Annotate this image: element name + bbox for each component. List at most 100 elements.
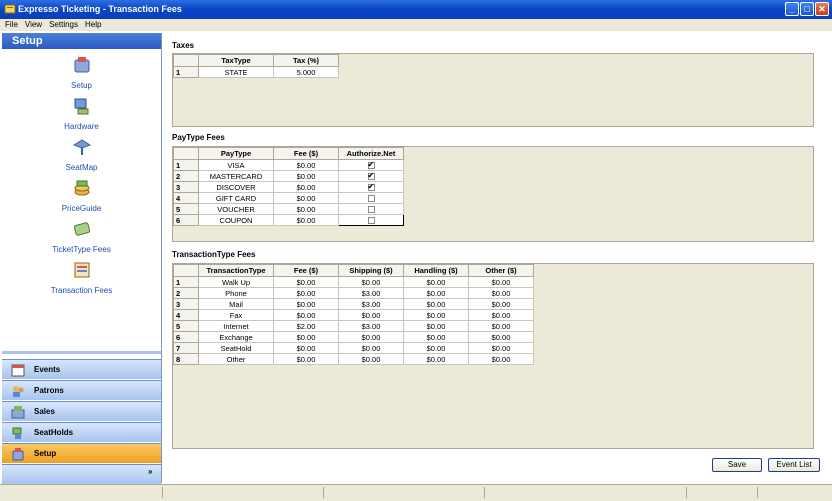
col-handling[interactable]: Handling ($): [403, 264, 469, 277]
handling-cell[interactable]: $0.00: [403, 309, 469, 321]
table-row[interactable]: 5 VOUCHER $0.00: [173, 203, 404, 215]
sidebar-splitter[interactable]: [2, 351, 161, 354]
authorize-checkbox[interactable]: [367, 160, 375, 170]
transactiontype-cell[interactable]: Phone: [198, 287, 274, 299]
table-row[interactable]: 7 SeatHold $0.00 $0.00 $0.00 $0.00: [173, 342, 534, 354]
transactiontype-cell[interactable]: Other: [198, 353, 274, 365]
table-row[interactable]: 1 VISA $0.00: [173, 159, 404, 171]
table-row[interactable]: 2 MASTERCARD $0.00: [173, 170, 404, 182]
fee-cell[interactable]: $0.00: [273, 276, 339, 288]
authorize-checkbox[interactable]: [367, 182, 375, 192]
shipping-cell[interactable]: $3.00: [338, 320, 404, 332]
paytype-cell[interactable]: COUPON: [198, 214, 274, 226]
paytype-cell[interactable]: VISA: [198, 159, 274, 171]
other-cell[interactable]: $0.00: [468, 342, 534, 354]
outlook-setup[interactable]: Setup: [2, 443, 161, 463]
table-row[interactable]: 4 GIFT CARD $0.00: [173, 192, 404, 204]
fee-cell[interactable]: $0.00: [273, 192, 339, 204]
outlook-patrons[interactable]: Patrons: [2, 380, 161, 400]
outlook-more[interactable]: »: [2, 464, 161, 484]
taxtype-cell[interactable]: STATE: [198, 66, 274, 78]
save-button[interactable]: Save: [712, 458, 762, 472]
other-cell[interactable]: $0.00: [468, 287, 534, 299]
col-other[interactable]: Other ($): [468, 264, 534, 277]
menu-view[interactable]: View: [25, 19, 42, 31]
authorize-checkbox[interactable]: [367, 171, 375, 181]
paytype-cell[interactable]: DISCOVER: [198, 181, 274, 193]
handling-cell[interactable]: $0.00: [403, 331, 469, 343]
other-cell[interactable]: $0.00: [468, 298, 534, 310]
fee-cell[interactable]: $0.00: [273, 159, 339, 171]
fee-cell[interactable]: $0.00: [273, 214, 339, 226]
transactiontype-cell[interactable]: Exchange: [198, 331, 274, 343]
col-taxtype[interactable]: TaxType: [198, 54, 274, 67]
fee-cell[interactable]: $0.00: [273, 298, 339, 310]
menu-help[interactable]: Help: [85, 19, 101, 31]
paytype-cell[interactable]: GIFT CARD: [198, 192, 274, 204]
other-cell[interactable]: $0.00: [468, 320, 534, 332]
transactiontype-cell[interactable]: Internet: [198, 320, 274, 332]
close-button[interactable]: ✕: [815, 2, 829, 16]
col-transactiontype[interactable]: TransactionType: [198, 264, 274, 277]
col-fee[interactable]: Fee ($): [273, 264, 339, 277]
tax-cell[interactable]: 5.000: [273, 66, 339, 78]
table-row[interactable]: 6 Exchange $0.00 $0.00 $0.00 $0.00: [173, 331, 534, 343]
minimize-button[interactable]: _: [785, 2, 799, 16]
fee-cell[interactable]: $0.00: [273, 353, 339, 365]
handling-cell[interactable]: $0.00: [403, 342, 469, 354]
nav-hardware[interactable]: Hardware: [2, 96, 161, 131]
handling-cell[interactable]: $0.00: [403, 287, 469, 299]
fee-cell[interactable]: $2.00: [273, 320, 339, 332]
table-row[interactable]: 3 DISCOVER $0.00: [173, 181, 404, 193]
col-fee[interactable]: Fee ($): [273, 147, 339, 160]
col-shipping[interactable]: Shipping ($): [338, 264, 404, 277]
fee-cell[interactable]: $0.00: [273, 331, 339, 343]
handling-cell[interactable]: $0.00: [403, 353, 469, 365]
outlook-events[interactable]: Events: [2, 359, 161, 379]
table-row[interactable]: 6 COUPON $0.00: [173, 214, 404, 226]
other-cell[interactable]: $0.00: [468, 276, 534, 288]
event-list-button[interactable]: Event List: [768, 458, 820, 472]
authorize-checkbox[interactable]: [367, 206, 375, 214]
nav-seatmap[interactable]: SeatMap: [2, 137, 161, 172]
fee-cell[interactable]: $0.00: [273, 342, 339, 354]
authorize-checkbox[interactable]: [367, 195, 375, 203]
fee-cell[interactable]: $0.00: [273, 203, 339, 215]
outlook-seatholds[interactable]: SeatHolds: [2, 422, 161, 442]
fee-cell[interactable]: $0.00: [273, 287, 339, 299]
nav-transaction-fees[interactable]: Transaction Fees: [2, 260, 161, 295]
menu-file[interactable]: File: [5, 19, 18, 31]
outlook-sales[interactable]: Sales: [2, 401, 161, 421]
shipping-cell[interactable]: $0.00: [338, 309, 404, 321]
other-cell[interactable]: $0.00: [468, 309, 534, 321]
shipping-cell[interactable]: $0.00: [338, 276, 404, 288]
transactiontype-cell[interactable]: Fax: [198, 309, 274, 321]
paytype-cell[interactable]: VOUCHER: [198, 203, 274, 215]
transactiontype-cell[interactable]: SeatHold: [198, 342, 274, 354]
handling-cell[interactable]: $0.00: [403, 320, 469, 332]
nav-tickettype-fees[interactable]: TicketType Fees: [2, 219, 161, 254]
fee-cell[interactable]: $0.00: [273, 170, 339, 182]
handling-cell[interactable]: $0.00: [403, 276, 469, 288]
nav-priceguide[interactable]: PriceGuide: [2, 178, 161, 213]
transactiontype-cell[interactable]: Walk Up: [198, 276, 274, 288]
table-row[interactable]: 5 Internet $2.00 $3.00 $0.00 $0.00: [173, 320, 534, 332]
shipping-cell[interactable]: $0.00: [338, 331, 404, 343]
handling-cell[interactable]: $0.00: [403, 298, 469, 310]
col-authorize-net[interactable]: Authorize.Net: [338, 147, 404, 160]
nav-setup[interactable]: Setup: [2, 55, 161, 90]
paytype-cell[interactable]: MASTERCARD: [198, 170, 274, 182]
transactiontype-cell[interactable]: Mail: [198, 298, 274, 310]
shipping-cell[interactable]: $0.00: [338, 353, 404, 365]
other-cell[interactable]: $0.00: [468, 353, 534, 365]
shipping-cell[interactable]: $3.00: [338, 298, 404, 310]
table-row[interactable]: 4 Fax $0.00 $0.00 $0.00 $0.00: [173, 309, 534, 321]
table-row[interactable]: 1 Walk Up $0.00 $0.00 $0.00 $0.00: [173, 276, 534, 288]
other-cell[interactable]: $0.00: [468, 331, 534, 343]
col-tax-pct[interactable]: Tax (%): [273, 54, 339, 67]
menu-settings[interactable]: Settings: [49, 19, 78, 31]
table-row[interactable]: 3 Mail $0.00 $3.00 $0.00 $0.00: [173, 298, 534, 310]
table-row[interactable]: 1 STATE 5.000: [173, 66, 339, 78]
authorize-checkbox[interactable]: [367, 217, 375, 225]
maximize-button[interactable]: □: [800, 2, 814, 16]
